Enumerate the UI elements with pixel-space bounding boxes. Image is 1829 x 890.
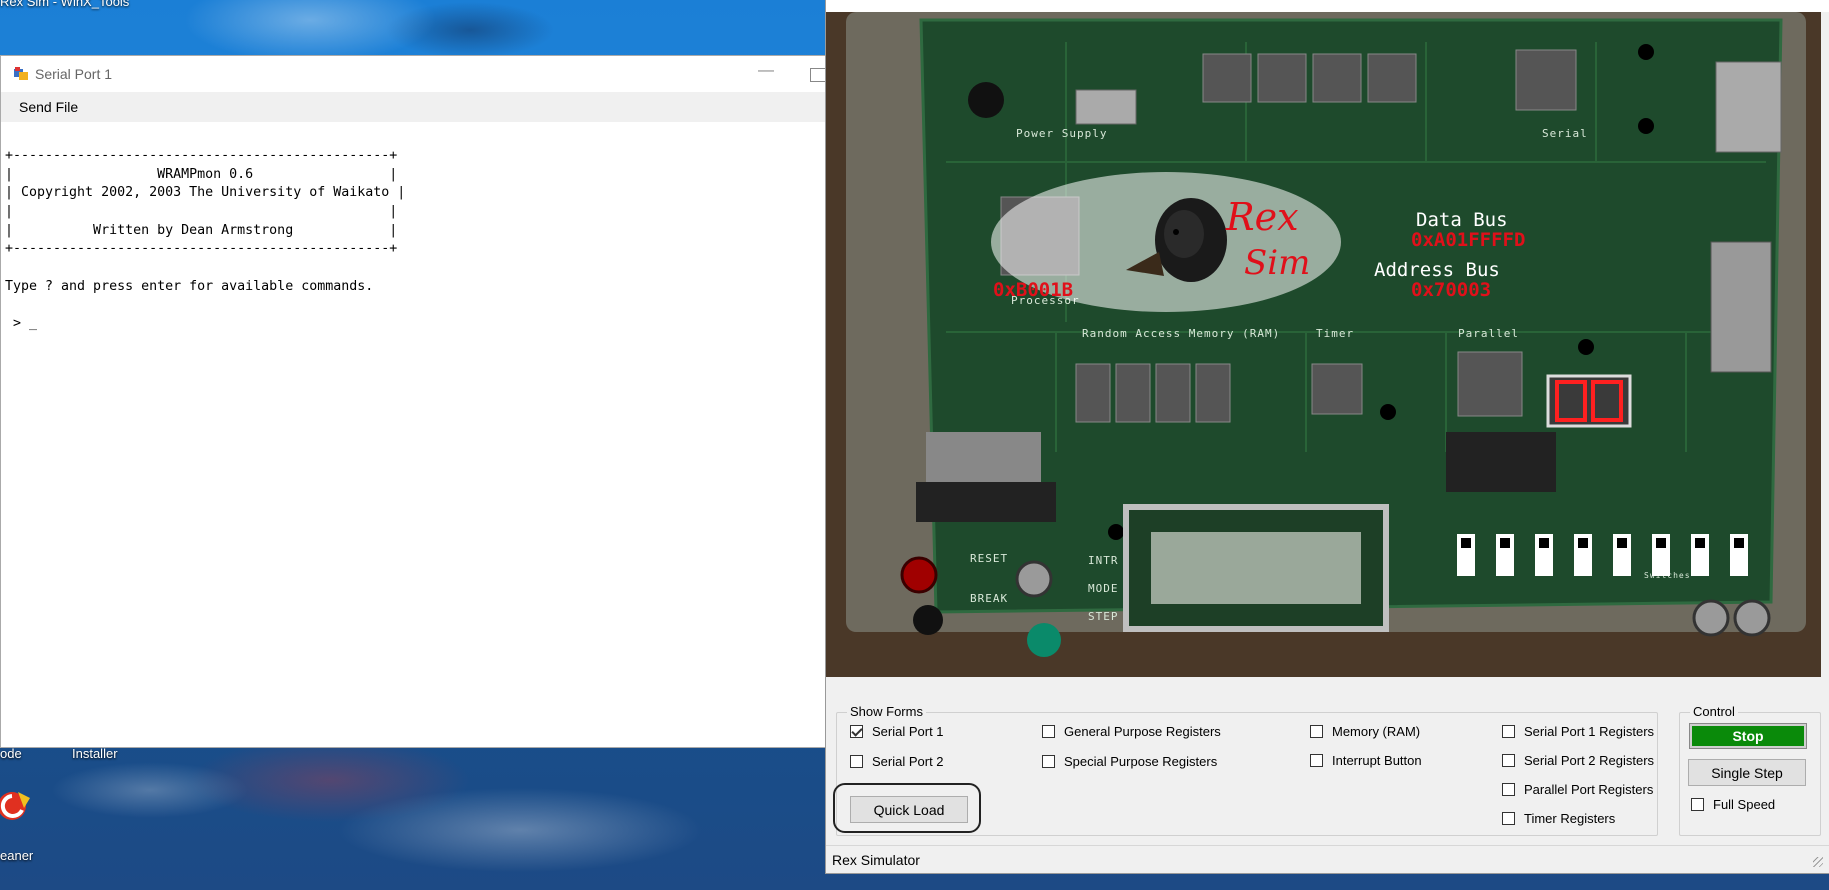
serial-port-window: Serial Port 1 — Send File +-------------… (0, 55, 826, 748)
terminal-line: Type ? and press enter for available com… (5, 278, 374, 294)
checkbox-label: Serial Port 1 Registers (1524, 723, 1655, 739)
step-button[interactable] (1027, 623, 1061, 657)
quick-load-highlight (833, 783, 981, 833)
logo-rex: Rex (1225, 195, 1299, 239)
led-indicator (1578, 339, 1594, 355)
desktop-icon-label-installer[interactable]: Installer (72, 746, 118, 761)
rex-board-image: Power Supply Processor Random Access Mem… (826, 12, 1821, 677)
checkbox-label: Full Speed (1713, 796, 1776, 812)
label-mode: MODE (1088, 582, 1119, 595)
terminal-line: | WRAMPmon 0.6 | (5, 166, 398, 182)
checkbox-box[interactable] (850, 754, 863, 768)
ccleaner-icon[interactable] (0, 788, 32, 824)
checkbox-label: Serial Port 2 Registers (1524, 752, 1655, 768)
terminal-output[interactable]: +---------------------------------------… (5, 147, 815, 334)
stop-button[interactable]: Stop (1689, 723, 1807, 749)
menu-send-file[interactable]: Send File (1, 99, 96, 115)
serial-title-bar[interactable]: Serial Port 1 (1, 56, 825, 92)
checkbox-serial-port-1[interactable]: Serial Port 1 (850, 722, 944, 740)
checkbox-serial-port-1-registers[interactable]: Serial Port 1 Registers (1502, 722, 1654, 740)
checkbox-box[interactable] (1502, 753, 1515, 767)
desktop-icon-label-cleaner[interactable]: eaner (0, 848, 33, 863)
checkbox-box[interactable] (850, 724, 863, 738)
terminal-line: +---------------------------------------… (5, 148, 398, 163)
label-power-supply: Power Supply (1016, 127, 1107, 140)
seven-segment-display (1546, 374, 1632, 428)
checkbox-box[interactable] (1691, 797, 1704, 811)
control-label: Control (1690, 704, 1738, 719)
label-serial: Serial (1542, 127, 1588, 140)
checkbox-parallel-port-registers[interactable]: Parallel Port Registers (1502, 780, 1653, 798)
rex-title-bar[interactable] (826, 0, 1829, 12)
checkbox-general-purpose-registers[interactable]: General Purpose Registers (1042, 722, 1221, 740)
led-indicator (1638, 118, 1654, 134)
label-timer: Timer (1316, 327, 1354, 340)
lcd-screen (1151, 532, 1361, 604)
checkbox-special-purpose-registers[interactable]: Special Purpose Registers (1042, 752, 1217, 770)
checkbox-interrupt-button[interactable]: Interrupt Button (1310, 751, 1422, 769)
checkbox-memory-ram[interactable]: Memory (RAM) (1310, 722, 1420, 740)
minimize-icon[interactable]: — (755, 62, 777, 84)
led-indicator (1380, 404, 1396, 420)
menubar: Send File (1, 92, 825, 122)
interrupt-button[interactable] (1015, 560, 1053, 598)
checkbox-label: Interrupt Button (1332, 752, 1422, 768)
label-step: STEP (1088, 610, 1119, 623)
checkbox-box[interactable] (1502, 811, 1515, 825)
checkbox-box[interactable] (1042, 724, 1055, 738)
data-bus-label: Data Bus (1416, 209, 1508, 231)
show-forms-label: Show Forms (847, 704, 926, 719)
terminal-line: | Written by Dean Armstrong | (5, 222, 398, 238)
parallel-button[interactable] (1692, 599, 1730, 637)
resize-grip-icon[interactable] (1813, 857, 1823, 867)
checkbox-label: Parallel Port Registers (1524, 781, 1654, 797)
status-text: Rex Simulator (832, 851, 920, 868)
label-parallel: Parallel (1458, 327, 1519, 340)
checkbox-box[interactable] (1502, 782, 1515, 796)
led-indicator (1108, 524, 1124, 540)
single-step-button[interactable]: Single Step (1688, 759, 1806, 786)
break-button[interactable] (913, 605, 943, 635)
address-bus-label: Address Bus (1374, 259, 1500, 281)
label-ram: Random Access Memory (RAM) (1082, 327, 1280, 340)
terminal-line: | Copyright 2002, 2003 The University of… (5, 185, 406, 201)
checkbox-box[interactable] (1310, 753, 1323, 767)
checkbox-label: Memory (RAM) (1332, 723, 1421, 739)
led-indicator (1638, 44, 1654, 60)
checkbox-box[interactable] (1502, 724, 1515, 738)
logo-sim: Sim (1244, 243, 1310, 283)
checkbox-label: Serial Port 1 (872, 723, 944, 739)
terminal-line: | | (5, 204, 398, 220)
processor-value: 0xB001B (993, 279, 1073, 301)
label-break: BREAK (970, 592, 1008, 605)
status-bar: Rex Simulator (826, 845, 1829, 873)
checkbox-box[interactable] (1310, 724, 1323, 738)
checkbox-label: Serial Port 2 (872, 753, 944, 769)
label-reset: RESET (970, 552, 1008, 565)
desktop-icon-label-1[interactable]: ode (0, 746, 22, 761)
checkbox-label: General Purpose Registers (1064, 723, 1221, 739)
maximize-icon[interactable] (810, 68, 825, 82)
desktop-top-text: Rex Sim - WinX_Tools (0, 0, 130, 9)
terminal-line: +---------------------------------------… (5, 241, 398, 257)
parallel-button[interactable] (1733, 599, 1771, 637)
checkbox-label: Special Purpose Registers (1064, 753, 1218, 769)
checkbox-label: Timer Registers (1524, 810, 1616, 826)
checkbox-serial-port-2-registers[interactable]: Serial Port 2 Registers (1502, 751, 1654, 769)
checkbox-full-speed[interactable]: Full Speed (1691, 795, 1775, 813)
label-intr: INTR (1088, 554, 1119, 567)
serial-window-title: Serial Port 1 (35, 66, 113, 82)
rex-simulator-window: Power Supply Processor Random Access Mem… (825, 0, 1829, 874)
address-bus-value: 0x70003 (1411, 279, 1491, 301)
app-icon (14, 67, 28, 80)
checkbox-serial-port-2[interactable]: Serial Port 2 (850, 752, 944, 770)
reset-button[interactable] (900, 556, 938, 594)
checkbox-box[interactable] (1042, 754, 1055, 768)
data-bus-value: 0xA01FFFFD (1411, 229, 1525, 251)
checkbox-timer-registers[interactable]: Timer Registers (1502, 809, 1615, 827)
terminal-prompt: > _ (5, 316, 38, 332)
